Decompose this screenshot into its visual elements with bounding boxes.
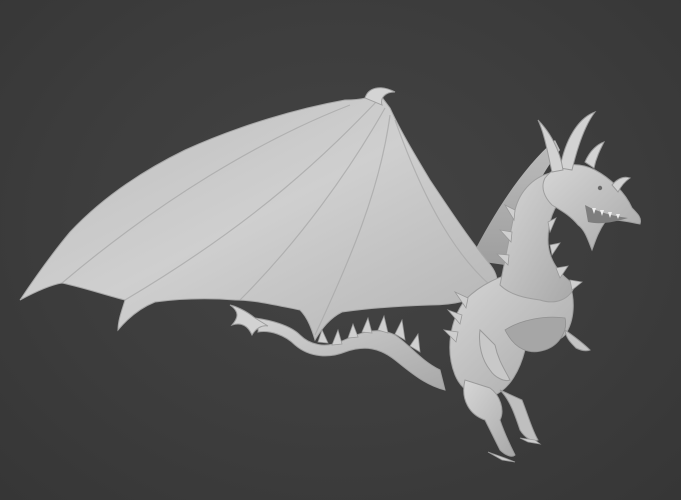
eye bbox=[597, 185, 603, 191]
right-claw bbox=[564, 328, 591, 352]
hind-leg bbox=[463, 379, 516, 457]
tail bbox=[239, 311, 446, 391]
near-wing-membrane bbox=[19, 91, 498, 342]
dragon-model-render bbox=[19, 87, 641, 463]
3d-viewport[interactable] bbox=[0, 0, 681, 500]
hind-leg-2 bbox=[499, 389, 539, 441]
